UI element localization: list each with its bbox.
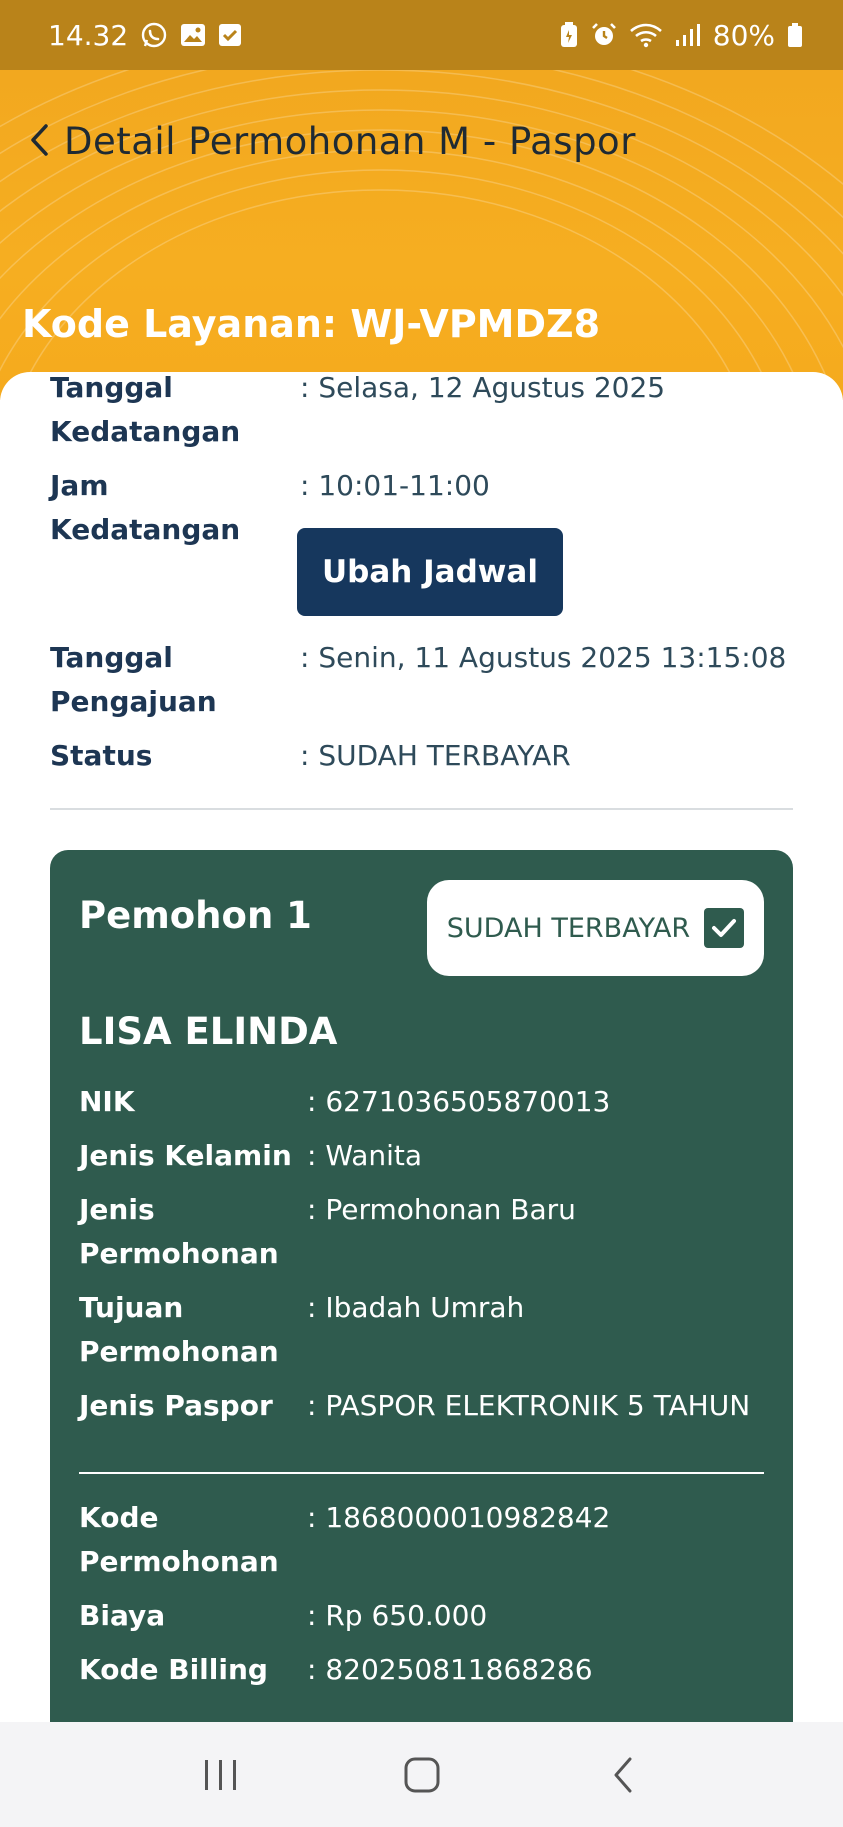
divider	[50, 808, 793, 810]
status-row: Status : SUDAH TERBAYAR	[50, 734, 571, 778]
jenis-permohonan-row: Jenis Permohonan : Permohonan Baru	[79, 1188, 576, 1276]
nik-label: NIK	[79, 1085, 135, 1118]
whatsapp-icon	[140, 21, 168, 49]
checkbox-icon	[218, 23, 242, 47]
battery-icon	[787, 22, 803, 48]
status-time: 14.32	[48, 18, 129, 52]
tanggal-pengajuan-row: Tanggal Pengajuan : Senin, 11 Agustus 20…	[50, 636, 786, 724]
tanggal-pengajuan-label-line1: Tanggal	[50, 641, 173, 674]
status-bar-right: 80%	[559, 19, 803, 52]
wifi-icon	[629, 22, 663, 48]
tanggal-kedatangan-label-line2: Kedatangan	[50, 415, 241, 448]
biaya-label: Biaya	[79, 1599, 166, 1632]
card-divider	[79, 1472, 764, 1474]
tujuan-permohonan-label-line2: Permohonan	[79, 1335, 279, 1368]
page-title: Detail Permohonan M - Paspor	[64, 120, 636, 163]
kode-permohonan-label: Kode Permohonan	[79, 1496, 307, 1584]
tanggal-kedatangan-value: : Selasa, 12 Agustus 2025	[300, 372, 666, 404]
tujuan-permohonan-row: Tujuan Permohonan : Ibadah Umrah	[79, 1286, 524, 1374]
recent-apps-icon[interactable]	[181, 1735, 261, 1815]
tujuan-permohonan-label: Tujuan Permohonan	[79, 1286, 307, 1374]
jam-kedatangan-label: Jam Kedatangan	[50, 469, 241, 546]
status-bar-left: 14.32	[48, 19, 242, 52]
kode-billing-row: Kode Billing : 820250811868286	[79, 1648, 593, 1692]
jenis-paspor-value: : PASPOR ELEKTRONIK 5 TAHUN	[307, 1389, 751, 1422]
tanggal-kedatangan-row: Tanggal Kedatangan : Selasa, 12 Agustus …	[50, 372, 665, 454]
applicant-card: Pemohon 1 SUDAH TERBAYAR LISA ELINDA NIK…	[50, 850, 793, 1722]
biaya-row: Biaya : Rp 650.000	[79, 1594, 487, 1638]
tanggal-pengajuan-value: : Senin, 11 Agustus 2025 13:15:08	[300, 641, 787, 674]
jenis-permohonan-label-line1: Jenis	[79, 1193, 155, 1226]
content-panel: Tanggal Kedatangan : Selasa, 12 Agustus …	[0, 372, 843, 1722]
nik-row: NIK : 6271036505870013	[79, 1080, 610, 1124]
kode-billing-label: Kode Billing	[79, 1653, 268, 1686]
jenis-kelamin-value: : Wanita	[307, 1139, 423, 1172]
tujuan-permohonan-value: : Ibadah Umrah	[307, 1291, 525, 1324]
ubah-jadwal-button[interactable]: Ubah Jadwal	[297, 528, 563, 616]
kode-permohonan-row: Kode Permohonan : 1868000010982842	[79, 1496, 610, 1584]
kode-permohonan-label-line1: Kode	[79, 1501, 159, 1534]
status-bar: 14.32 80%	[0, 0, 843, 70]
tanggal-pengajuan-label: Tanggal Pengajuan	[50, 636, 300, 724]
jenis-kelamin-row: Jenis Kelamin : Wanita	[79, 1134, 422, 1178]
battery-saver-icon	[559, 22, 579, 48]
tanggal-kedatangan-label-line1: Tanggal	[50, 372, 173, 404]
paid-status-text: SUDAH TERBAYAR	[446, 912, 691, 944]
alarm-icon	[591, 22, 617, 48]
kode-layanan: Kode Layanan: WJ-VPMDZ8	[22, 302, 601, 346]
battery-percentage: 80%	[712, 18, 775, 52]
header-back-row[interactable]: Detail Permohonan M - Paspor	[28, 120, 636, 163]
jenis-permohonan-value: : Permohonan Baru	[307, 1193, 576, 1226]
checkmark-icon	[704, 908, 745, 948]
kode-permohonan-value: : 1868000010982842	[307, 1501, 611, 1534]
status-label: Status	[50, 739, 153, 772]
applicant-name: LISA ELINDA	[79, 1010, 338, 1053]
applicant-heading: Pemohon 1	[79, 894, 312, 937]
tujuan-permohonan-label-line1: Tujuan	[79, 1291, 184, 1324]
gallery-icon	[180, 23, 206, 47]
home-icon[interactable]	[382, 1735, 462, 1815]
signal-icon	[675, 23, 701, 47]
back-arrow-icon[interactable]	[28, 123, 50, 161]
jenis-paspor-label: Jenis Paspor	[79, 1389, 273, 1422]
status-value: : SUDAH TERBAYAR	[300, 739, 571, 772]
kode-billing-value: : 820250811868286	[307, 1653, 593, 1686]
jenis-paspor-row: Jenis Paspor : PASPOR ELEKTRONIK 5 TAHUN	[79, 1384, 750, 1428]
kode-permohonan-label-line2: Permohonan	[79, 1545, 279, 1578]
tanggal-kedatangan-label: Tanggal Kedatangan	[50, 372, 300, 454]
jenis-kelamin-label: Jenis Kelamin	[79, 1139, 292, 1172]
screen: 14.32 80% Detail Permohonan M - Paspor K…	[0, 0, 843, 1827]
jenis-permohonan-label-line2: Permohonan	[79, 1237, 279, 1270]
paid-status-badge: SUDAH TERBAYAR	[427, 880, 764, 976]
nik-value: : 6271036505870013	[307, 1085, 611, 1118]
system-nav-bar	[0, 1722, 843, 1827]
header: Detail Permohonan M - Paspor Kode Layana…	[0, 70, 843, 400]
biaya-value: : Rp 650.000	[307, 1599, 488, 1632]
tanggal-pengajuan-label-line2: Pengajuan	[50, 685, 217, 718]
back-icon[interactable]	[583, 1735, 663, 1815]
jenis-permohonan-label: Jenis Permohonan	[79, 1188, 307, 1276]
